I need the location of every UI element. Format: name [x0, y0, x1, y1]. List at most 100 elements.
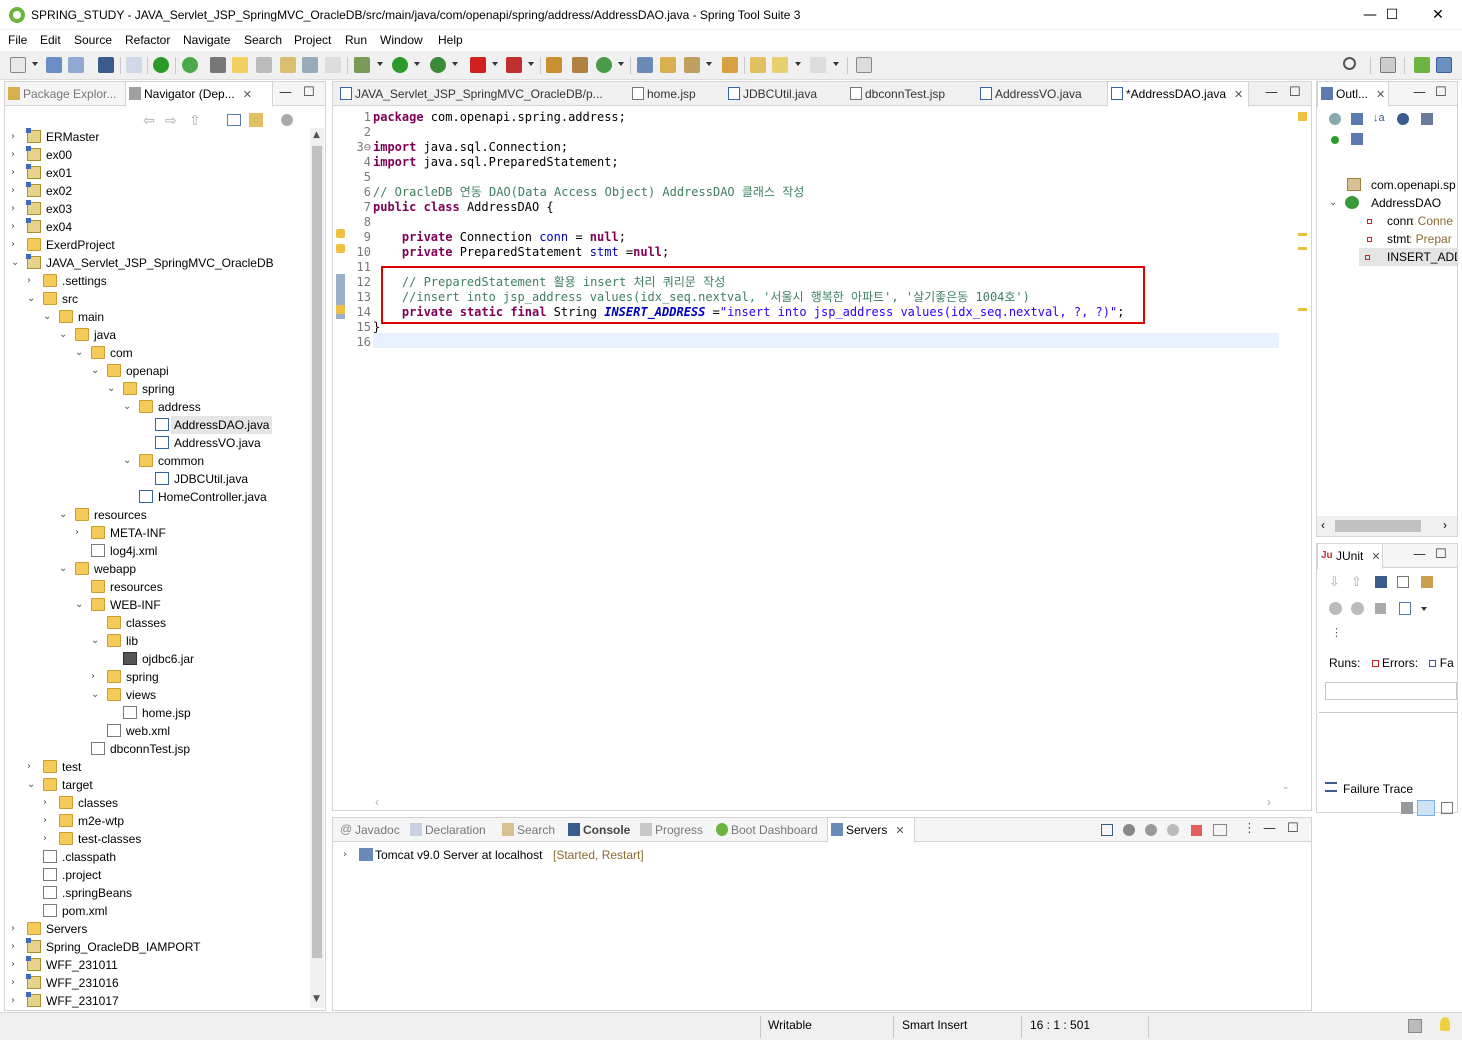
tree-item[interactable]: › WFF_231016 [5, 974, 309, 992]
tree-item[interactable]: › Spring_OracleDB_IAMPORT [5, 938, 309, 956]
outline-hscrollbar[interactable]: ‹ › [1317, 516, 1457, 536]
close-icon[interactable]: ✕ [243, 83, 252, 107]
tree-item[interactable]: ⌄ views [5, 686, 309, 704]
tab-servers[interactable]: Servers ✕ [827, 818, 915, 843]
code-line[interactable]: import java.sql.PreparedStatement; [373, 155, 619, 170]
expand-icon[interactable]: › [11, 128, 21, 146]
tree-item[interactable]: ⌄ openapi [5, 362, 309, 380]
tree-item[interactable]: ⌄ resources [5, 506, 309, 524]
tree-item[interactable]: › spring [5, 668, 309, 686]
insert-mode-status[interactable]: Smart Insert [902, 1018, 967, 1032]
hide-static-icon[interactable] [1397, 113, 1409, 125]
editor-scrollbar[interactable]: ⌄ [1279, 108, 1295, 796]
tab-declaration[interactable]: Declaration [407, 818, 493, 842]
close-icon[interactable]: ✕ [1234, 83, 1243, 107]
spring-boot-icon[interactable] [182, 57, 198, 73]
tab-javadoc[interactable]: @ Javadoc [337, 818, 407, 842]
collapse-icon[interactable]: ⌄ [11, 254, 21, 272]
code-line[interactable]: private Connection conn = null; [373, 230, 626, 245]
outline-item-package[interactable]: com.openapi.sp [1317, 176, 1457, 194]
expand-icon[interactable]: › [343, 846, 353, 864]
code-area[interactable]: package com.openapi.spring.address; impor… [373, 108, 1279, 796]
open-folder-icon[interactable] [660, 57, 676, 73]
expand-icon[interactable]: › [11, 218, 21, 236]
expand-icon[interactable]: › [11, 920, 21, 938]
sort-alpha-icon[interactable]: ↓a [1373, 112, 1385, 124]
debug-icon[interactable] [354, 57, 370, 73]
outline-item-field[interactable]: stmt : Prepar [1317, 230, 1457, 248]
collapse-icon[interactable]: ⌄ [91, 632, 101, 650]
tree-item[interactable]: ojdbc6.jar [5, 650, 309, 668]
search-icon[interactable] [1343, 57, 1356, 70]
collapse-icon[interactable]: ⌄ [27, 290, 37, 308]
expand-icon[interactable]: › [11, 992, 21, 1008]
sort-icon[interactable] [1351, 113, 1363, 125]
link-editor-icon[interactable] [1351, 133, 1363, 145]
outline-item-field[interactable]: conn : Conne [1317, 212, 1457, 230]
tree-item[interactable]: web.xml [5, 722, 309, 740]
stop-server-icon[interactable] [1191, 825, 1202, 836]
menu-edit[interactable]: Edit [40, 33, 61, 47]
expand-icon[interactable]: › [11, 974, 21, 992]
maximize-view-icon[interactable]: ☐ [1289, 82, 1301, 104]
copy-trace-icon[interactable] [1441, 802, 1453, 814]
save-icon[interactable] [46, 57, 62, 73]
maximize-view-icon[interactable]: ☐ [1435, 82, 1447, 104]
close-button[interactable]: ✕ [1415, 0, 1461, 30]
code-line[interactable]: private PreparedStatement stmt =null; [373, 245, 669, 260]
scroll-lock-icon[interactable] [1397, 576, 1409, 588]
publish-icon[interactable] [1213, 824, 1227, 836]
new-package-icon[interactable] [572, 57, 588, 73]
scroll-up-icon[interactable]: ▲ [313, 130, 320, 140]
tab-editor-jdbcutil[interactable]: JDBCUtil.java [725, 82, 835, 106]
tab-progress[interactable]: Progress [637, 818, 711, 842]
start-server-icon[interactable] [1145, 824, 1157, 836]
scroll-right-icon[interactable]: › [1443, 518, 1447, 532]
view-menu-icon[interactable]: ⋮ [1243, 820, 1256, 836]
tab-editor-home-jsp[interactable]: home.jsp [629, 82, 719, 106]
source-code[interactable]: package com.openapi.spring.address; impor… [373, 108, 1279, 408]
tree-item[interactable]: ⌄ main [5, 308, 309, 326]
coverage-icon[interactable] [430, 57, 446, 73]
code-line[interactable]: import java.sql.Connection; [373, 140, 568, 155]
tree-item[interactable]: › classes [5, 794, 309, 812]
expand-icon[interactable]: › [43, 794, 53, 812]
tree-item[interactable]: › Servers [5, 920, 309, 938]
view-menu-icon[interactable] [281, 114, 293, 126]
warning-overview-icon[interactable] [1298, 112, 1307, 121]
scroll-down-icon[interactable]: ⌄ [1282, 782, 1290, 792]
tree-item[interactable]: › m2e-wtp [5, 812, 309, 830]
scrollbar-thumb[interactable] [1335, 520, 1421, 532]
menu-project[interactable]: Project [294, 33, 331, 47]
notifications-icon[interactable] [1408, 1019, 1422, 1033]
code-line[interactable]: // OracleDB 연동 DAO(Data Access Object) A… [373, 185, 804, 200]
tree-item[interactable]: › META-INF [5, 524, 309, 542]
tab-search[interactable]: Search [499, 818, 561, 842]
collapse-icon[interactable]: ⌄ [75, 596, 85, 614]
expand-icon[interactable]: › [27, 272, 37, 290]
collapse-icon[interactable]: ⌄ [59, 326, 69, 344]
show-whitespace-icon[interactable] [325, 57, 341, 73]
tree-item[interactable]: › test [5, 758, 309, 776]
tree-item[interactable]: ⌄ spring [5, 380, 309, 398]
menu-refactor[interactable]: Refactor [125, 33, 170, 47]
minimize-view-icon[interactable]: — [1265, 82, 1278, 104]
rerun-failed-icon[interactable] [1351, 602, 1364, 615]
tree-item[interactable]: › .settings [5, 272, 309, 290]
tree-item[interactable]: AddressVO.java [5, 434, 309, 452]
tab-junit[interactable]: Ju JUnit ✕ [1317, 544, 1383, 569]
collapse-icon[interactable]: ⌄ [59, 506, 69, 524]
tree-item[interactable]: HomeController.java [5, 488, 309, 506]
stop-icon[interactable] [470, 57, 486, 73]
tree-item[interactable]: AddressDAO.java [5, 416, 309, 434]
last-edit-icon[interactable] [750, 57, 766, 73]
tree-item[interactable]: .project [5, 866, 309, 884]
annotation-icon[interactable] [280, 57, 296, 73]
outline-item-class[interactable]: ⌄ AddressDAO [1317, 194, 1457, 212]
overview-marker[interactable] [1298, 247, 1307, 250]
collapse-icon[interactable]: ⌄ [43, 308, 53, 326]
tree-item[interactable]: ⌄ webapp [5, 560, 309, 578]
back-icon[interactable] [772, 57, 788, 73]
minimize-view-icon[interactable]: — [1263, 818, 1276, 840]
tree-item[interactable]: .classpath [5, 848, 309, 866]
